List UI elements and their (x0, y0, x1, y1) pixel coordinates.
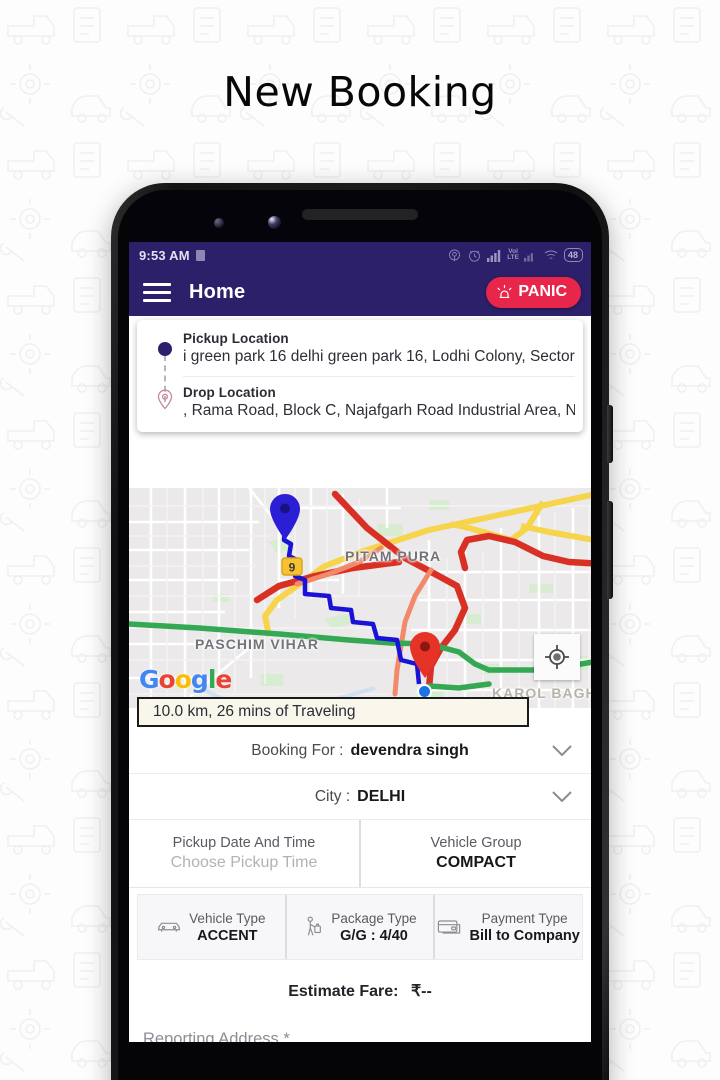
credit-card-icon (438, 920, 461, 934)
payment-type-cell[interactable]: Payment Type Bill to Company (433, 895, 582, 959)
phone-volume-button[interactable] (607, 405, 613, 463)
reporting-address-label: Reporting Address * (143, 1030, 290, 1042)
booking-for-row[interactable]: Booking For : devendra singh (129, 728, 591, 774)
estimate-fare: Estimate Fare: ₹-- (129, 981, 591, 1001)
map-view[interactable]: 9 PITAM PURA PASCHIM VIHAR KAROL BAGH Go… (129, 488, 591, 708)
city-row[interactable]: City : DELHI (129, 774, 591, 820)
vehicle-type-cell[interactable]: Vehicle Type ACCENT (138, 895, 285, 959)
payment-type-label: Payment Type (481, 910, 568, 926)
status-bar: 9:53 AM VoI LTE 48 (129, 242, 591, 268)
page-heading: Home (189, 280, 246, 303)
vehicle-group-label: Vehicle Group (430, 835, 522, 851)
pickup-dot-icon (158, 342, 172, 356)
drop-location-value: , Rama Road, Block C, Najafgarh Road Ind… (183, 402, 575, 419)
page-title: New Booking (223, 68, 497, 116)
booking-for-label: Booking For : (251, 741, 344, 759)
google-letter-g2: g (190, 665, 209, 694)
booking-for-value: devendra singh (350, 741, 469, 759)
signal-bars-secondary-icon (523, 252, 533, 262)
svg-text:9: 9 (289, 561, 296, 575)
front-camera (268, 216, 281, 229)
pickup-vehicle-group-row: Pickup Date And Time Choose Pickup Time … (129, 820, 591, 888)
package-type-cell[interactable]: Package Type G/G : 4/40 (284, 895, 434, 959)
drop-location-row[interactable]: Drop Location , Rama Road, Block C, Naja… (183, 376, 575, 424)
screenshot-root: New Booking 9:53 AM VoI LTE 48 Home PANI… (0, 0, 720, 1080)
traveller-luggage-icon (307, 916, 322, 936)
app-bar: Home PANIC (129, 268, 591, 316)
phone-inner-bezel: 9:53 AM VoI LTE 48 Home PANIC 9 PITAM PU… (118, 190, 602, 1080)
red-pin-icon (410, 632, 440, 678)
map-label-pitam-pura: PITAM PURA (345, 548, 442, 564)
gps-icon (449, 248, 461, 261)
car-icon (158, 922, 181, 932)
estimate-fare-label: Estimate Fare: (288, 983, 399, 1000)
map-label-paschim-vihar: PASCHIM VIHAR (195, 636, 319, 652)
crosshair-icon (545, 645, 569, 669)
chevron-down-icon[interactable] (551, 744, 573, 758)
drop-pin-icon (157, 389, 173, 410)
blue-pin-icon (270, 494, 300, 540)
payment-type-value: Bill to Company (469, 927, 580, 944)
phone-power-button[interactable] (607, 501, 613, 599)
signal-bars-icon (487, 249, 501, 262)
vehicle-group-field[interactable]: Vehicle Group COMPACT (361, 820, 591, 887)
package-type-label: Package Type (331, 910, 417, 926)
phone-device: 9:53 AM VoI LTE 48 Home PANIC 9 PITAM PU… (111, 183, 613, 1080)
earpiece-speaker (302, 209, 418, 220)
google-letter-o2: o (174, 665, 192, 694)
city-value: DELHI (357, 787, 406, 805)
booking-form: Booking For : devendra singh City : DELH… (129, 728, 591, 1042)
pickup-location-label: Pickup Location (183, 331, 289, 346)
pickup-datetime-value: Choose Pickup Time (170, 854, 318, 871)
proximity-sensor (214, 218, 224, 228)
pickup-datetime-field[interactable]: Pickup Date And Time Choose Pickup Time (129, 820, 361, 887)
volte-icon: VoI LTE (507, 247, 519, 261)
google-attribution: Google (139, 665, 232, 694)
pickup-datetime-label: Pickup Date And Time (172, 835, 316, 851)
type-selection-row: Vehicle Type ACCENT Package Type G/G: 4… (137, 894, 583, 960)
my-location-button[interactable] (534, 634, 580, 680)
status-bar-time: 9:53 AM (139, 247, 190, 263)
location-card: Pickup Location i green park 16 delhi gr… (137, 320, 583, 432)
google-letter-o1: o (158, 665, 176, 694)
siren-icon (497, 284, 512, 298)
vehicle-group-value: COMPACT (436, 854, 516, 871)
app-screen: 9:53 AM VoI LTE 48 Home PANIC 9 PITAM PU… (129, 242, 591, 1042)
chevron-down-icon[interactable] (551, 790, 573, 804)
pickup-location-row[interactable]: Pickup Location i green park 16 delhi gr… (183, 330, 575, 370)
drop-location-label: Drop Location (183, 385, 276, 400)
pickup-location-value: i green park 16 delhi green park 16, Lod… (183, 348, 575, 365)
estimate-fare-value: ₹-- (410, 983, 432, 1000)
location-rail (157, 341, 173, 410)
phone-top-bezel (129, 190, 591, 242)
panic-label: PANIC (518, 283, 567, 300)
wifi-icon (544, 250, 558, 259)
vehicle-type-label: Vehicle Type (189, 910, 266, 926)
city-label: City : (314, 787, 351, 805)
distance-summary-text: 10.0 km, 26 mins of Traveling (153, 703, 356, 720)
distance-summary-bar: 10.0 km, 26 mins of Traveling (137, 697, 529, 727)
package-type-value: G/G : 4/40 (340, 927, 408, 944)
google-letter-e: e (215, 665, 232, 694)
vehicle-type-value: ACCENT (197, 927, 258, 944)
document-icon (195, 249, 205, 261)
battery-icon: 48 (563, 248, 583, 262)
google-letter-g: G (139, 665, 160, 694)
hamburger-icon[interactable] (143, 278, 171, 307)
highway-shield-9: 9 (281, 557, 303, 576)
panic-button[interactable]: PANIC (486, 276, 581, 308)
alarm-icon (469, 250, 481, 262)
